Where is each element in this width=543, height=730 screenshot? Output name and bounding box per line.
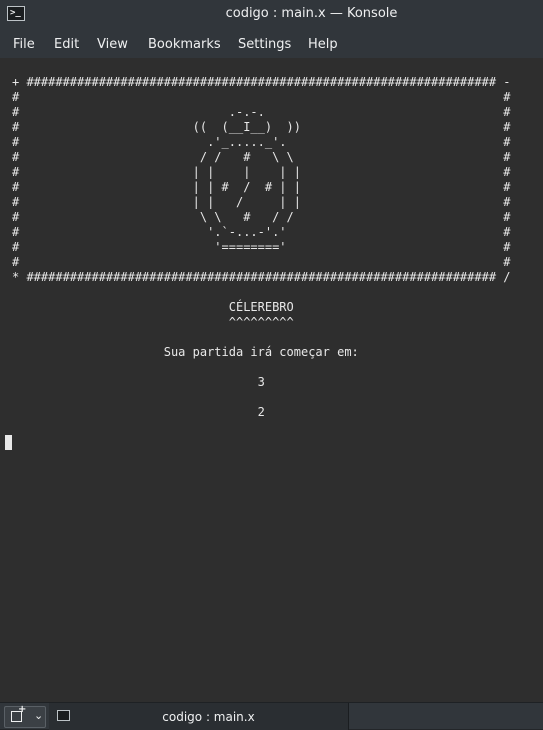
terminal-line: 2 bbox=[12, 405, 265, 419]
terminal-line: + ######################################… bbox=[12, 75, 511, 89]
terminal-line: CÉLEREBRO bbox=[12, 300, 294, 314]
tab-bar: ⌄ codigo : main.x bbox=[0, 702, 543, 730]
terminal-line: # / / # \ \ # bbox=[12, 150, 511, 164]
window-title: codigo : main.x — Konsole bbox=[225, 6, 398, 21]
menu-view[interactable]: View bbox=[97, 37, 128, 52]
menu-file[interactable]: File bbox=[13, 37, 35, 52]
terminal-line: # | | | | | # bbox=[12, 165, 511, 179]
terminal-line: # \ \ # / / # bbox=[12, 210, 511, 224]
terminal-line: # .-.-. # bbox=[12, 105, 511, 119]
terminal-line: # # bbox=[12, 90, 511, 104]
tab-codigo-main[interactable]: codigo : main.x bbox=[49, 703, 349, 730]
terminal-area[interactable]: + ######################################… bbox=[0, 58, 543, 702]
terminal-line: Sua partida irá começar em: bbox=[12, 345, 359, 359]
terminal-line: 3 bbox=[12, 375, 265, 389]
menu-bookmarks[interactable]: Bookmarks bbox=[148, 37, 221, 52]
terminal-line: # # bbox=[12, 255, 511, 269]
terminal-line: # '.`-...-'.' # bbox=[12, 225, 511, 239]
menu-edit[interactable]: Edit bbox=[54, 37, 79, 52]
tab-label: codigo : main.x bbox=[162, 710, 255, 724]
title-bar: >_ codigo : main.x — Konsole bbox=[0, 0, 543, 30]
new-tab-button[interactable]: ⌄ bbox=[4, 704, 46, 728]
new-tab-icon bbox=[11, 704, 26, 722]
terminal-line: # | | / | | # bbox=[12, 195, 511, 209]
terminal-line: # (( (__I__) )) # bbox=[12, 120, 511, 134]
menu-settings[interactable]: Settings bbox=[238, 37, 291, 52]
terminal-line: # '========' # bbox=[12, 240, 511, 254]
terminal-line: # .'_....._'. # bbox=[12, 135, 511, 149]
terminal-line: * ######################################… bbox=[12, 270, 511, 284]
menu-help[interactable]: Help bbox=[308, 37, 338, 52]
chevron-down-icon[interactable]: ⌄ bbox=[34, 709, 43, 722]
terminal-line: ^^^^^^^^^ bbox=[12, 315, 294, 329]
terminal-output: + ######################################… bbox=[12, 75, 511, 435]
terminal-line: # | | # / # | | # bbox=[12, 180, 511, 194]
terminal-cursor bbox=[5, 435, 12, 450]
menu-bar: File Edit View Bookmarks Settings Help bbox=[0, 30, 543, 58]
